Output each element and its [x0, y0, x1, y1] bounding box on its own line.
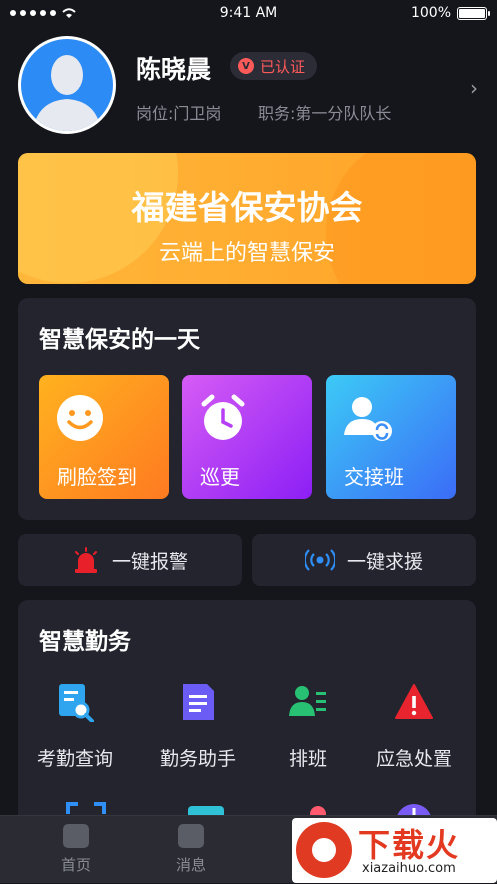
attendance-search-icon	[59, 684, 94, 723]
scheduling-label: 排班	[288, 748, 327, 770]
home-icon	[63, 824, 89, 848]
scheduling-item[interactable]: 排班	[258, 682, 358, 771]
verified-badge: V 已认证	[230, 52, 318, 80]
banner-title: 福建省保安协会	[131, 188, 363, 227]
battery-icon	[457, 6, 490, 20]
patrol-label: 巡更	[200, 465, 240, 489]
message-icon	[178, 824, 204, 848]
face-checkin-tile[interactable]: 刷脸签到	[39, 375, 169, 499]
shift-handover-tile[interactable]: 交接班	[326, 375, 456, 499]
watermark-logo: 下载火 xiazaihuo.com	[292, 818, 497, 883]
one-key-alarm-button[interactable]: 一键报警	[18, 534, 242, 586]
user-silhouette-icon	[33, 55, 101, 131]
duty-assistant-label: 勤务助手	[159, 748, 236, 770]
status-bar: 9:41 AM 100%	[0, 0, 497, 28]
duty-assistant-item[interactable]: 勤务助手	[148, 682, 248, 771]
face-checkin-label: 刷脸签到	[57, 465, 137, 489]
one-key-help-button[interactable]: 一键求援	[252, 534, 476, 586]
banner-subtitle: 云端上的智慧保安	[158, 241, 335, 266]
profile-header[interactable]: 陈晓晨 V 已认证 岗位:门卫岗 职务:第一分队队长 ›	[18, 36, 480, 136]
watermark-name: 下载火	[358, 826, 461, 864]
attendance-query-label: 考勤查询	[36, 748, 113, 770]
tab-home-label: 首页	[60, 856, 91, 874]
tab-messages[interactable]: 消息	[151, 816, 231, 884]
user-swap-icon	[344, 397, 392, 441]
attendance-query-item[interactable]: 考勤查询	[25, 682, 125, 771]
warning-icon	[395, 684, 433, 719]
day-section: 智慧保安的一天 刷脸签到 巡更 交接班	[18, 298, 476, 520]
flame-logo-icon	[296, 822, 352, 878]
duty-section: 智慧勤务 考勤查询 勤务助手 排班 应急处置	[18, 600, 476, 840]
avatar[interactable]	[18, 36, 116, 134]
alarm-clock-icon	[201, 394, 245, 440]
watermark-url: xiazaihuo.com	[362, 861, 456, 876]
user-name: 陈晓晨	[136, 55, 212, 84]
broadcast-icon	[304, 549, 335, 571]
smiley-face-icon	[57, 395, 103, 441]
association-banner[interactable]: 福建省保安协会 云端上的智慧保安	[18, 153, 476, 284]
user-duty: 职务:第一分队队长	[258, 104, 392, 123]
patrol-tile[interactable]: 巡更	[182, 375, 312, 499]
one-key-alarm-label: 一键报警	[111, 550, 188, 573]
day-section-title: 智慧保安的一天	[39, 327, 200, 353]
shift-handover-label: 交接班	[344, 465, 404, 489]
emergency-handling-item[interactable]: 应急处置	[364, 682, 464, 771]
battery-percent: 100%	[410, 5, 451, 21]
user-post: 岗位:门卫岗	[136, 104, 222, 123]
verified-label: 已认证	[260, 57, 306, 76]
verified-icon: V	[238, 58, 254, 74]
duty-section-title: 智慧勤务	[39, 629, 131, 655]
emergency-handling-label: 应急处置	[375, 748, 452, 770]
team-schedule-icon	[289, 686, 326, 716]
tab-messages-label: 消息	[175, 856, 206, 874]
siren-icon	[74, 547, 97, 573]
one-key-help-label: 一键求援	[346, 550, 423, 573]
tab-home[interactable]: 首页	[36, 816, 116, 884]
document-icon	[183, 684, 214, 720]
chevron-right-icon[interactable]: ›	[470, 76, 478, 100]
